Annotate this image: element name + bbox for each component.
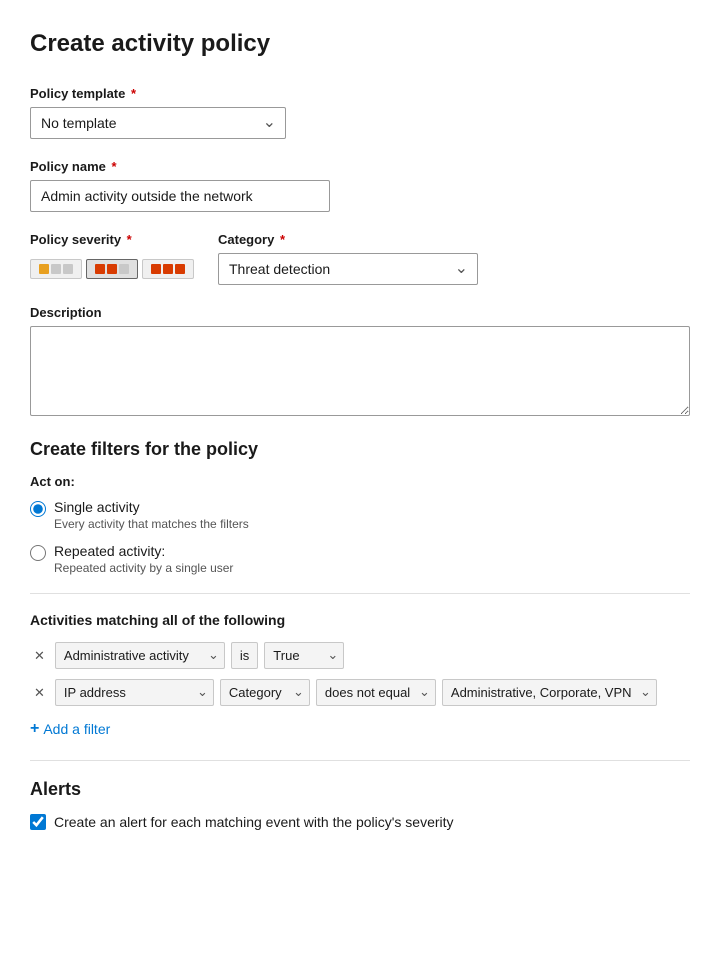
filters-section-title: Create filters for the policy — [30, 439, 690, 460]
filter-value-1-wrap: True False — [264, 642, 344, 669]
category-select-wrapper: Access control Threat detection Complian… — [218, 253, 478, 285]
single-activity-label: Single activity — [54, 499, 249, 515]
severity-high-button[interactable] — [142, 259, 194, 279]
act-on-label: Act on: — [30, 474, 690, 489]
close-icon: ✕ — [34, 648, 45, 664]
policy-name-group: Policy name * — [30, 159, 690, 212]
filter-subfield-2-select[interactable]: Category Country Tag — [220, 679, 310, 706]
policy-template-group: Policy template * No template Admin acti… — [30, 86, 690, 139]
alert-checkbox-label: Create an alert for each matching event … — [54, 814, 454, 830]
category-select[interactable]: Access control Threat detection Complian… — [218, 253, 478, 285]
alerts-divider — [30, 760, 690, 761]
category-label: Category * — [218, 232, 478, 247]
sev-dot-3 — [175, 264, 185, 274]
page-title: Create activity policy — [30, 30, 690, 58]
severity-low-button[interactable] — [30, 259, 82, 279]
severity-label: Policy severity * — [30, 232, 194, 247]
filter-field-1-select[interactable]: Administrative activity IP address User — [55, 642, 225, 669]
policy-template-select-wrapper: No template Admin activity outside the n… — [30, 107, 286, 139]
policy-name-label: Policy name * — [30, 159, 690, 174]
filter-value-1-select[interactable]: True False — [264, 642, 344, 669]
add-filter-button[interactable]: + Add a filter — [30, 716, 110, 742]
description-label: Description — [30, 305, 690, 320]
filter-field-1-wrap: Administrative activity IP address User — [55, 642, 225, 669]
policy-template-select[interactable]: No template Admin activity outside the n… — [30, 107, 286, 139]
policy-template-label: Policy template * — [30, 86, 690, 101]
repeated-activity-label: Repeated activity: — [54, 543, 233, 559]
filter-op-1: is — [231, 642, 258, 669]
close-icon: ✕ — [34, 685, 45, 701]
single-activity-desc: Every activity that matches the filters — [54, 517, 249, 531]
activities-title: Activities matching all of the following — [30, 612, 690, 628]
filter-field-2-select[interactable]: IP address Administrative activity User — [55, 679, 214, 706]
sev-dot-1 — [95, 264, 105, 274]
sev-dot-2 — [51, 264, 61, 274]
category-group: Category * Access control Threat detecti… — [218, 232, 478, 285]
severity-medium-button[interactable] — [86, 259, 138, 279]
add-filter-label: Add a filter — [43, 721, 110, 737]
filter-subfield-2-wrap: Category Country Tag — [220, 679, 310, 706]
remove-filter-1-button[interactable]: ✕ — [30, 646, 49, 666]
filter-op-2-select[interactable]: does not equal equals contains — [316, 679, 436, 706]
repeated-activity-option: Repeated activity: Repeated activity by … — [30, 543, 690, 575]
section-divider — [30, 593, 690, 594]
alert-checkbox-row: Create an alert for each matching event … — [30, 814, 690, 830]
filter-op-2-wrap: does not equal equals contains — [316, 679, 436, 706]
sev-dot-1 — [39, 264, 49, 274]
sev-dot-2 — [107, 264, 117, 274]
policy-name-input[interactable] — [30, 180, 330, 212]
severity-buttons — [30, 259, 194, 279]
severity-category-row: Policy severity * Category * — [30, 232, 690, 285]
filter-row-1: ✕ Administrative activity IP address Use… — [30, 642, 690, 669]
alerts-title: Alerts — [30, 779, 690, 800]
filter-row-2: ✕ IP address Administrative activity Use… — [30, 679, 690, 706]
filter-value-2-select[interactable]: Administrative, Corporate, VPN Corporate… — [442, 679, 657, 706]
repeated-activity-radio[interactable] — [30, 545, 46, 561]
repeated-activity-desc: Repeated activity by a single user — [54, 561, 233, 575]
filter-value-2-wrap: Administrative, Corporate, VPN Corporate… — [442, 679, 657, 706]
sev-dot-1 — [151, 264, 161, 274]
description-input[interactable] — [30, 326, 690, 416]
severity-group: Policy severity * — [30, 232, 194, 279]
sev-dot-3 — [63, 264, 73, 274]
alert-checkbox[interactable] — [30, 814, 46, 830]
single-activity-radio[interactable] — [30, 501, 46, 517]
filter-field-2-wrap: IP address Administrative activity User — [55, 679, 214, 706]
remove-filter-2-button[interactable]: ✕ — [30, 683, 49, 703]
sev-dot-2 — [163, 264, 173, 274]
sev-dot-3 — [119, 264, 129, 274]
description-group: Description — [30, 305, 690, 419]
plus-icon: + — [30, 720, 39, 738]
single-activity-option: Single activity Every activity that matc… — [30, 499, 690, 531]
